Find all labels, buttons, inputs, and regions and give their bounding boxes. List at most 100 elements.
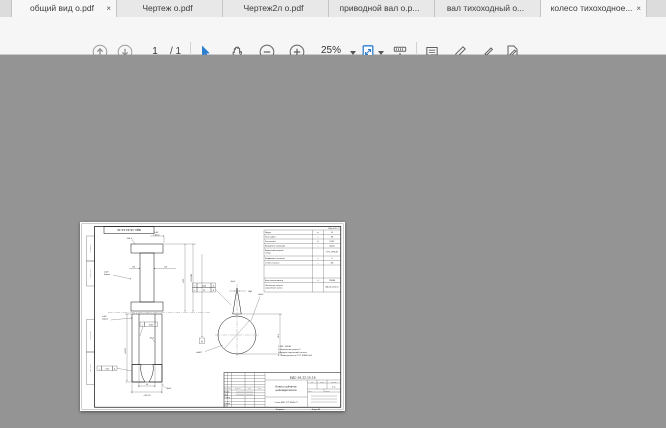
perp-value: 0,08 bbox=[105, 368, 108, 370]
param-name: Число зубьев bbox=[265, 235, 276, 238]
dim-key-width: 18Js9 bbox=[248, 291, 252, 293]
dim-hub-dia: ∅60H7 bbox=[124, 348, 127, 354]
param-name: Нормальный исходный bbox=[265, 249, 283, 252]
scale-value: 1:2 bbox=[332, 387, 336, 389]
param-name: Обозначение чертежа bbox=[265, 284, 283, 287]
col-izm: Изм. bbox=[224, 388, 227, 390]
param-sym: — bbox=[317, 245, 319, 247]
tab-label: приводной вал o.p... bbox=[340, 3, 424, 13]
param-val: ГОСТ 13755-81 bbox=[326, 252, 338, 254]
param-sym: d bbox=[318, 280, 319, 282]
tab-label: вал тихоходный o... bbox=[447, 3, 528, 13]
note-line: 3. Радиусы скруглений 6 мм max bbox=[278, 351, 307, 354]
col-doc: № докум. bbox=[235, 388, 241, 390]
param-name: Делительный диаметр bbox=[265, 279, 283, 282]
note-line: 2. Неуказанные уклоны 7° bbox=[278, 349, 301, 351]
tab-label: колесо тихоходное... bbox=[551, 3, 637, 13]
dim-hub-length: 50 bbox=[146, 384, 148, 386]
sheet-frame: Инв. № подл. Подп. и дата Взам. инв. № П… bbox=[82, 224, 344, 410]
tab-bar: общий вид o.pdf × Чертеж o.pdf Чертеж2л … bbox=[0, 0, 666, 18]
tab-chertezh[interactable]: Чертеж o.pdf bbox=[117, 0, 223, 17]
dim-web-left: 17,8 bbox=[132, 266, 135, 268]
symmetry-value: Т/2 bbox=[203, 290, 205, 292]
list-label: Лист bbox=[309, 390, 312, 392]
dim-dia-tip: ∅174,284 bbox=[190, 274, 193, 282]
dim-chamfer-top: 1×45° bbox=[154, 231, 159, 234]
tab-koleso-tikhokhodnoe[interactable]: колесо тихоходное... × bbox=[541, 0, 647, 17]
tab-obshchiy-vid[interactable]: общий вид o.pdf × bbox=[11, 0, 117, 17]
symmetry-datum: А bbox=[213, 289, 215, 292]
parallel-symbol: // bbox=[194, 286, 196, 288]
param-name: Степень точности bbox=[265, 262, 279, 264]
col-data: Дата bbox=[258, 388, 261, 390]
role-razrab: Разраб. bbox=[225, 390, 231, 393]
section-label: А bbox=[201, 339, 203, 343]
param-name: Угол наклона bbox=[265, 241, 276, 243]
dim-chamfer-top-note: 2 фаски bbox=[154, 234, 160, 236]
note-line: 4. Общие допуски по ГОСТ 30893.2-mK bbox=[278, 354, 313, 357]
perp-datum: А bbox=[114, 368, 116, 371]
part-name: цилиндрическое bbox=[275, 389, 297, 392]
param-val: правое bbox=[329, 245, 335, 247]
roughness-keyway: √Ra1,6 bbox=[230, 280, 235, 283]
roughness-face: √Ra3,2 bbox=[258, 293, 263, 296]
margin-stamp: Взам. инв. № bbox=[90, 331, 92, 340]
part-name: Колесо зубчатое bbox=[275, 386, 297, 389]
tab-chertezh2l[interactable]: Чертеж2л o.pdf bbox=[223, 0, 329, 17]
margin-stamp: Подп. и дата bbox=[90, 269, 92, 277]
technical-notes: 1. 269...302 НВ 2. Неуказанные уклоны 7°… bbox=[278, 346, 313, 357]
dim-dia-rim: ∅170 bbox=[182, 279, 185, 283]
roughness-hub: √Ra3,2 bbox=[166, 387, 171, 390]
parallel-value: 0,016 bbox=[202, 285, 206, 287]
title-block: БДС-16.22.10.16 Колесо зубчатое цилиндри… bbox=[224, 373, 341, 411]
role-nkontr: Н.контр. bbox=[225, 403, 231, 405]
symmetry-symbol: ≡ bbox=[194, 290, 196, 292]
note-line: 1. 269...302 НВ bbox=[278, 346, 292, 348]
col-podp: Подп. bbox=[248, 388, 252, 390]
tab-privodnoy-val[interactable]: приводной вал o.p... bbox=[329, 0, 435, 17]
masshtab-label: Масштаб bbox=[331, 380, 337, 383]
dim-chamfer-mid: 2×45° bbox=[104, 271, 109, 274]
dim-chamfer-hub: 2×45° bbox=[102, 315, 107, 318]
parallel-datum: А bbox=[213, 285, 215, 288]
drawing-designation: БДС-16.22.10.16 bbox=[290, 376, 316, 380]
runout-symbol: ↗ bbox=[142, 325, 144, 327]
tab-close-icon[interactable]: × bbox=[636, 0, 641, 17]
col-list: Лист bbox=[228, 388, 231, 390]
dim-chamfer-hub-note: 2 фаски bbox=[102, 318, 108, 320]
param-name: контур bbox=[265, 253, 271, 255]
margin-stamp: Инв. № подл. bbox=[90, 244, 92, 253]
param-sym: z bbox=[318, 236, 319, 238]
param-val: БДС-16.22.10.12 bbox=[326, 287, 339, 289]
param-val: 68 bbox=[331, 236, 333, 238]
kopiroval-label: Копировал bbox=[276, 409, 285, 411]
gear-parameter-table: Модуль m 2,5 Число зубьев z 68 Угол накл… bbox=[264, 230, 341, 292]
gear-section-view bbox=[108, 244, 210, 382]
dim-web-right: 17,8 bbox=[164, 266, 167, 268]
dim-bore: ∅60H7 bbox=[196, 351, 202, 354]
param-val: 2,5 bbox=[331, 232, 333, 234]
param-sym: m bbox=[317, 232, 319, 234]
param-name: Направление линии зуба bbox=[265, 244, 285, 247]
tab-val-tikhokhodny[interactable]: вал тихоходный o... bbox=[435, 0, 541, 17]
roughness-rim: √Ra1,6 bbox=[127, 237, 132, 240]
param-val: 0 bbox=[332, 258, 333, 260]
general-roughness: √Ra 6,3 (√) bbox=[328, 227, 340, 230]
roughness-bore: √Ra1,6 bbox=[149, 337, 154, 340]
pdf-page[interactable]: Инв. № подл. Подп. и дата Взам. инв. № П… bbox=[80, 222, 345, 411]
dim-chamfer-mid-note: 4 фаски bbox=[104, 274, 110, 276]
param-val: 10°42' bbox=[330, 241, 336, 243]
tab-label: Чертеж2л o.pdf bbox=[243, 3, 307, 13]
engineering-drawing: Инв. № подл. Подп. и дата Взам. инв. № П… bbox=[80, 222, 345, 411]
runout-value: 0,032 bbox=[149, 324, 153, 326]
material: Сталь 40Х ГОСТ 4543-71 bbox=[274, 402, 297, 404]
listov-label: Листов bbox=[325, 390, 330, 392]
param-val: 8-В bbox=[331, 262, 334, 264]
massa-label: Масса bbox=[320, 381, 324, 383]
role-prov: Пров. bbox=[225, 394, 229, 396]
end-view: 18Js9 √Ra1,6 // 0,016 А ≡ Т/2 А √Ra3,2 bbox=[193, 280, 283, 358]
tab-label: Чертеж o.pdf bbox=[142, 3, 196, 13]
param-sym: β bbox=[318, 240, 319, 243]
tab-close-icon[interactable]: × bbox=[106, 0, 111, 17]
document-canvas[interactable]: Инв. № подл. Подп. и дата Взам. инв. № П… bbox=[0, 55, 666, 428]
